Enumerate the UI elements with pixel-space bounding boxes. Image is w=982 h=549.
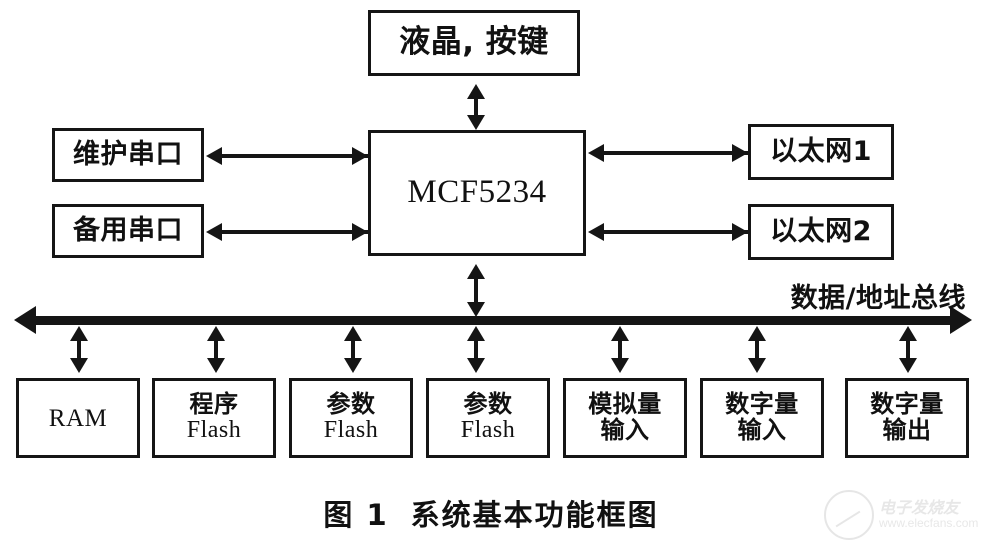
arrowhead-param-flash-2-down — [467, 358, 485, 373]
block-ethernet-2: 以太网2 — [748, 204, 894, 260]
block-param-flash-1-line2: Flash — [323, 417, 379, 443]
arrowhead-program-flash-down — [207, 358, 225, 373]
block-serial-maintenance-label: 维护串口 — [73, 139, 183, 171]
block-param-flash-1-line1: 参数 — [326, 390, 376, 419]
block-param-flash-2-label: 参数 Flash — [429, 390, 547, 444]
arrowhead-param-flash-1-down — [344, 358, 362, 373]
connector-bus-param-flash-2 — [474, 334, 478, 360]
arrowhead-serial-backup-right — [352, 223, 368, 241]
block-param-flash-2-line1: 参数 — [463, 390, 513, 419]
block-digital-output-label: 数字量 输出 — [848, 390, 966, 444]
bus-arrowhead-left — [14, 306, 36, 334]
arrowhead-lcd-down — [467, 115, 485, 130]
figure-caption: 图 1 系统基本功能框图 — [0, 492, 982, 534]
block-serial-backup-label: 备用串口 — [73, 215, 183, 247]
arrowhead-digital-output-down — [899, 358, 917, 373]
block-ram-line1: RAM — [48, 404, 108, 432]
block-digital-output-line1: 数字量 — [870, 390, 944, 419]
block-digital-output-line2: 输出 — [882, 416, 932, 444]
connector-bus-ram — [77, 334, 81, 360]
block-program-flash-line1: 程序 — [189, 390, 239, 419]
block-ram-label: RAM — [19, 405, 137, 432]
block-param-flash-1-label: 参数 Flash — [292, 390, 410, 444]
arrowhead-mcu-bus-down — [467, 302, 485, 317]
figure-number: 图 1 — [323, 498, 389, 532]
block-serial-maintenance: 维护串口 — [52, 128, 204, 182]
block-analog-input-line1: 模拟量 — [588, 390, 662, 419]
block-ethernet-2-label: 以太网2 — [770, 216, 872, 248]
block-digital-input-line1: 数字量 — [725, 390, 799, 419]
block-digital-input: 数字量 输入 — [700, 378, 824, 458]
block-digital-output: 数字量 输出 — [845, 378, 969, 458]
connector-mcu-bus — [474, 272, 478, 306]
connector-mcu-eth1 — [602, 151, 748, 155]
block-digital-input-label: 数字量 输入 — [703, 390, 821, 444]
connector-serial-maint-mcu — [220, 154, 368, 158]
connector-mcu-eth2 — [602, 230, 748, 234]
block-mcu-label: MCF5234 — [407, 174, 547, 211]
block-param-flash-2: 参数 Flash — [426, 378, 550, 458]
connector-bus-digital-output — [906, 334, 910, 360]
block-ethernet-1-label: 以太网1 — [770, 136, 872, 168]
block-digital-input-line2: 输入 — [737, 416, 787, 444]
block-analog-input: 模拟量 输入 — [563, 378, 687, 458]
block-param-flash-1: 参数 Flash — [289, 378, 413, 458]
block-analog-input-line2: 输入 — [600, 416, 650, 444]
block-program-flash-line2: Flash — [186, 417, 242, 443]
arrowhead-digital-input-down — [748, 358, 766, 373]
block-param-flash-2-line2: Flash — [460, 417, 516, 443]
data-address-bus-label: 数据/地址总线 — [790, 283, 966, 314]
figure-canvas: 液晶, 按键 MCF5234 维护串口 备用串口 以太网1 以太网2 数据/地址… — [0, 0, 982, 549]
connector-bus-param-flash-1 — [351, 334, 355, 360]
block-lcd-keys: 液晶, 按键 — [368, 10, 580, 76]
block-serial-backup: 备用串口 — [52, 204, 204, 258]
block-program-flash-label: 程序 Flash — [155, 390, 273, 444]
connector-bus-analog-input — [618, 334, 622, 360]
arrowhead-serial-maint-right — [352, 147, 368, 165]
arrowhead-analog-input-down — [611, 358, 629, 373]
connector-bus-digital-input — [755, 334, 759, 360]
block-lcd-keys-label: 液晶, 按键 — [399, 24, 549, 61]
arrowhead-ram-down — [70, 358, 88, 373]
connector-bus-program-flash — [214, 334, 218, 360]
block-ram: RAM — [16, 378, 140, 458]
block-ethernet-1: 以太网1 — [748, 124, 894, 180]
arrowhead-eth2-right — [732, 223, 748, 241]
figure-title: 系统基本功能框图 — [410, 498, 659, 532]
data-address-bus-line — [32, 316, 950, 325]
block-analog-input-label: 模拟量 输入 — [566, 390, 684, 444]
block-program-flash: 程序 Flash — [152, 378, 276, 458]
block-mcu: MCF5234 — [368, 130, 586, 256]
arrowhead-eth1-right — [732, 144, 748, 162]
connector-serial-backup-mcu — [220, 230, 368, 234]
